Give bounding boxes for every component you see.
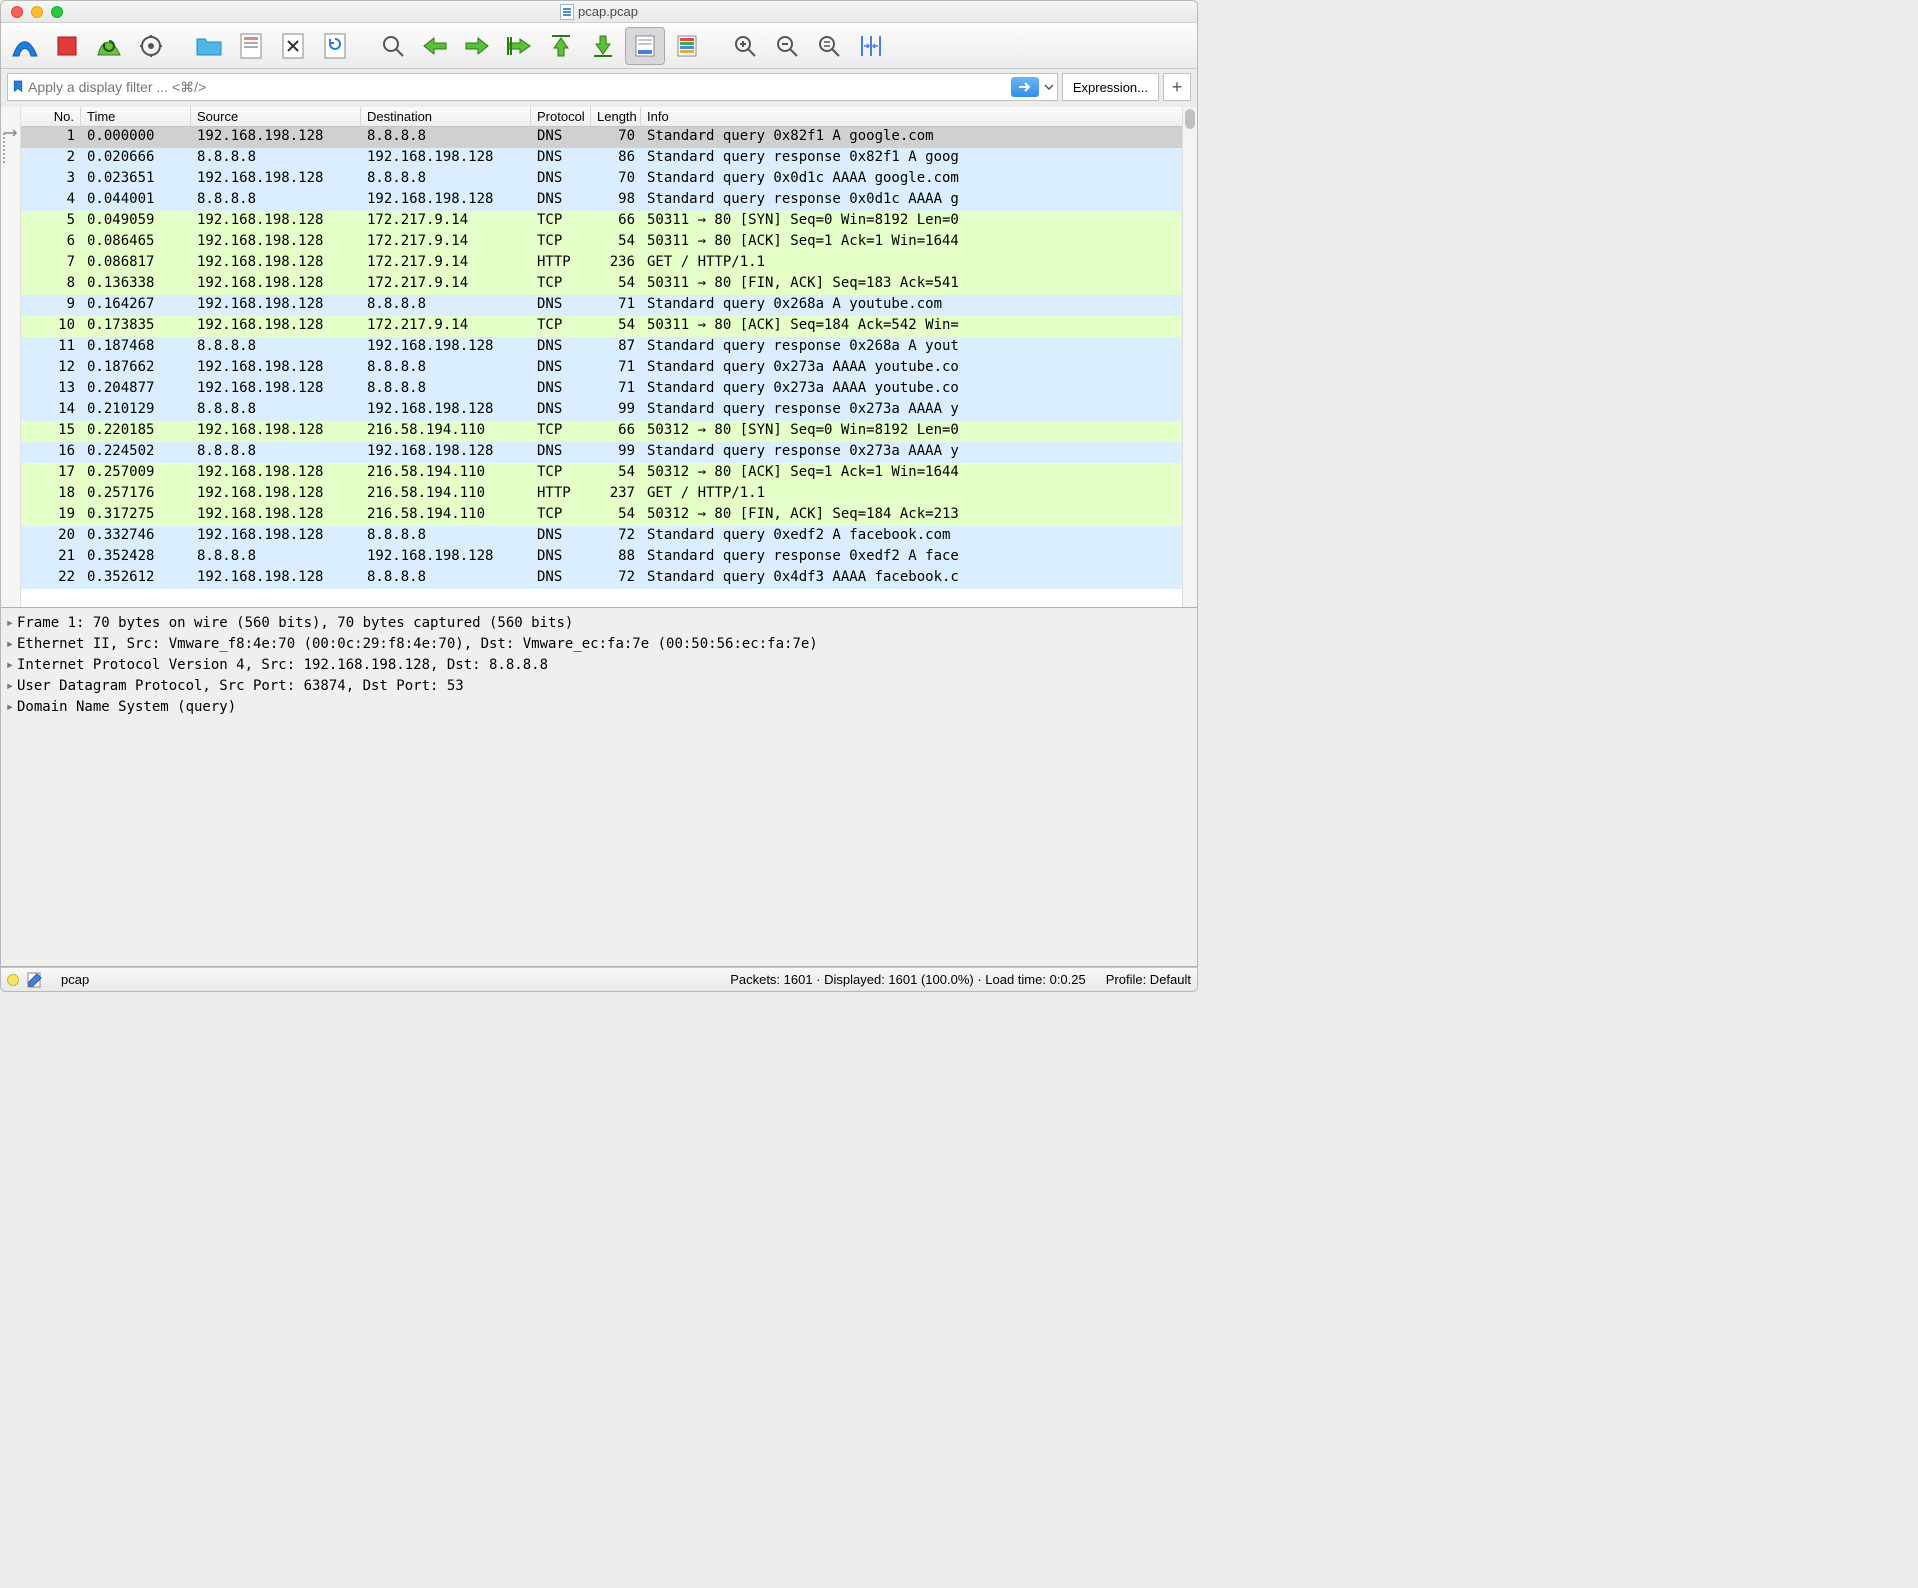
reload-file-button[interactable] [315,27,355,65]
titlebar: pcap.pcap [1,1,1197,23]
open-file-button[interactable] [189,27,229,65]
packet-list-pane: No. Time Source Destination Protocol Len… [1,107,1197,608]
packet-list-scrollbar[interactable] [1182,107,1197,607]
zoom-in-button[interactable] [725,27,765,65]
packet-row[interactable]: 180.257176192.168.198.128216.58.194.110H… [21,484,1197,505]
filter-history-dropdown[interactable] [1041,77,1057,97]
display-filter-input[interactable] [24,75,1011,99]
packet-row[interactable]: 160.2245028.8.8.8192.168.198.128DNS99Sta… [21,442,1197,463]
scrollbar-thumb[interactable] [1185,109,1195,129]
filter-field-container [7,73,1058,101]
packet-row[interactable]: 100.173835192.168.198.128172.217.9.14TCP… [21,316,1197,337]
go-first-packet-button[interactable] [541,27,581,65]
app-window: pcap.pcap Expressi [0,0,1198,992]
go-to-packet-button[interactable] [499,27,539,65]
detail-tree-item[interactable]: ▸Domain Name System (query) [3,696,1195,717]
packet-row[interactable]: 150.220185192.168.198.128216.58.194.110T… [21,421,1197,442]
zoom-out-button[interactable] [767,27,807,65]
status-bar: pcap Packets: 1601 · Displayed: 1601 (10… [1,967,1197,991]
packet-list-gutter [1,107,21,607]
window-title-text: pcap.pcap [578,4,638,19]
packet-row[interactable]: 200.332746192.168.198.1288.8.8.8DNS72Sta… [21,526,1197,547]
column-header-protocol[interactable]: Protocol [531,107,591,126]
packet-row[interactable]: 20.0206668.8.8.8192.168.198.128DNS86Stan… [21,148,1197,169]
packet-row[interactable]: 140.2101298.8.8.8192.168.198.128DNS99Sta… [21,400,1197,421]
auto-scroll-button[interactable] [625,27,665,65]
close-file-button[interactable] [273,27,313,65]
status-packets-label: Packets: 1601 · Displayed: 1601 (100.0%)… [730,972,1086,987]
packet-row[interactable]: 50.049059192.168.198.128172.217.9.14TCP6… [21,211,1197,232]
packet-list-body[interactable]: 10.000000192.168.198.1288.8.8.8DNS70Stan… [21,127,1197,607]
zoom-reset-button[interactable] [809,27,849,65]
packet-row[interactable]: 130.204877192.168.198.1288.8.8.8DNS71Sta… [21,379,1197,400]
packet-row[interactable]: 220.352612192.168.198.1288.8.8.8DNS72Sta… [21,568,1197,589]
expert-info-button[interactable] [7,974,19,986]
packet-row[interactable]: 30.023651192.168.198.1288.8.8.8DNS70Stan… [21,169,1197,190]
apply-filter-button[interactable] [1011,77,1039,97]
packet-list-header[interactable]: No. Time Source Destination Protocol Len… [21,107,1197,127]
window-title: pcap.pcap [1,4,1197,20]
packet-row[interactable]: 170.257009192.168.198.128216.58.194.110T… [21,463,1197,484]
stop-capture-button[interactable] [47,27,87,65]
filter-toolbar: Expression... + [1,69,1197,107]
packet-row[interactable]: 70.086817192.168.198.128172.217.9.14HTTP… [21,253,1197,274]
document-icon [560,4,574,20]
column-header-no[interactable]: No. [21,107,81,126]
bookmark-icon[interactable] [12,79,24,95]
save-file-button[interactable] [231,27,271,65]
disclosure-triangle-icon[interactable]: ▸ [3,615,17,631]
packet-row[interactable]: 210.3524288.8.8.8192.168.198.128DNS88Sta… [21,547,1197,568]
go-back-button[interactable] [415,27,455,65]
detail-tree-item[interactable]: ▸Ethernet II, Src: Vmware_f8:4e:70 (00:0… [3,633,1195,654]
go-forward-button[interactable] [457,27,497,65]
go-last-packet-button[interactable] [583,27,623,65]
packet-row[interactable]: 40.0440018.8.8.8192.168.198.128DNS98Stan… [21,190,1197,211]
column-header-source[interactable]: Source [191,107,361,126]
resize-columns-button[interactable] [851,27,891,65]
status-file-label: pcap [61,972,89,987]
packet-row[interactable]: 120.187662192.168.198.1288.8.8.8DNS71Sta… [21,358,1197,379]
disclosure-triangle-icon[interactable]: ▸ [3,678,17,694]
find-packet-button[interactable] [373,27,413,65]
packet-row[interactable]: 190.317275192.168.198.128216.58.194.110T… [21,505,1197,526]
disclosure-triangle-icon[interactable]: ▸ [3,636,17,652]
disclosure-triangle-icon[interactable]: ▸ [3,699,17,715]
packet-detail-pane[interactable]: ▸Frame 1: 70 bytes on wire (560 bits), 7… [1,608,1197,967]
detail-tree-item[interactable]: ▸Frame 1: 70 bytes on wire (560 bits), 7… [3,612,1195,633]
shark-fin-icon[interactable] [5,27,45,65]
packet-row[interactable]: 10.000000192.168.198.1288.8.8.8DNS70Stan… [21,127,1197,148]
column-header-length[interactable]: Length [591,107,641,126]
disclosure-triangle-icon[interactable]: ▸ [3,657,17,673]
restart-capture-button[interactable] [89,27,129,65]
detail-tree-item[interactable]: ▸User Datagram Protocol, Src Port: 63874… [3,675,1195,696]
packet-row[interactable]: 110.1874688.8.8.8192.168.198.128DNS87Sta… [21,337,1197,358]
capture-options-button[interactable] [131,27,171,65]
column-header-info[interactable]: Info [641,107,1197,126]
packet-row[interactable]: 90.164267192.168.198.1288.8.8.8DNS71Stan… [21,295,1197,316]
packet-row[interactable]: 60.086465192.168.198.128172.217.9.14TCP5… [21,232,1197,253]
add-filter-button[interactable]: + [1163,73,1191,101]
packet-row[interactable]: 80.136338192.168.198.128172.217.9.14TCP5… [21,274,1197,295]
detail-tree-item[interactable]: ▸Internet Protocol Version 4, Src: 192.1… [3,654,1195,675]
edit-capture-comment-icon[interactable] [27,972,43,988]
main-toolbar [1,23,1197,69]
colorize-button[interactable] [667,27,707,65]
column-header-destination[interactable]: Destination [361,107,531,126]
status-profile-label[interactable]: Profile: Default [1106,972,1191,987]
expression-button[interactable]: Expression... [1062,73,1159,101]
column-header-time[interactable]: Time [81,107,191,126]
